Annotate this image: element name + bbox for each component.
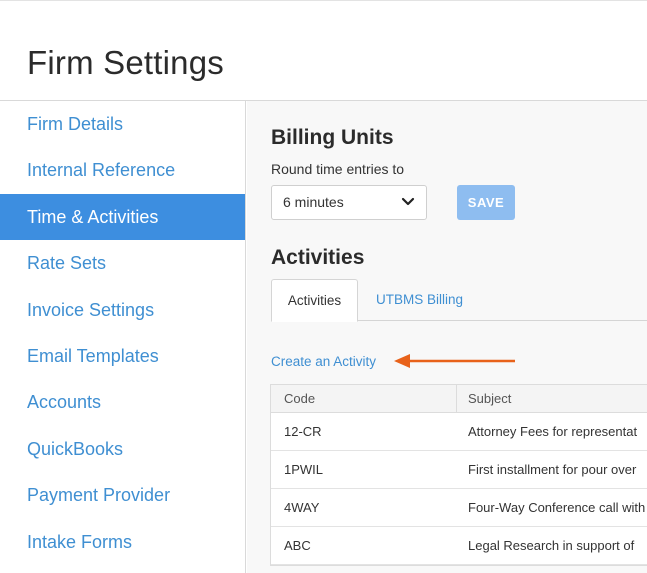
cell-code: 4WAY [284, 500, 320, 515]
round-time-label: Round time entries to [271, 161, 405, 177]
sidebar-item-invoice-settings[interactable]: Invoice Settings [0, 287, 245, 333]
save-button[interactable]: SAVE [457, 185, 515, 220]
settings-sidebar: Firm Details Internal Reference Time & A… [0, 101, 246, 573]
create-activity-link[interactable]: Create an Activity [271, 354, 376, 369]
chevron-down-icon [401, 197, 415, 206]
round-time-selected-value: 6 minutes [283, 194, 344, 210]
page-title: Firm Settings [27, 44, 224, 81]
table-row[interactable]: 12-CR Attorney Fees for representat [271, 413, 647, 451]
cell-subject: Legal Research in support of [468, 538, 635, 553]
sidebar-item-accounts[interactable]: Accounts [0, 379, 245, 425]
cell-subject: Four-Way Conference call with [468, 500, 646, 515]
cell-subject: First installment for pour over [468, 462, 637, 477]
table-header: Code Subject [271, 385, 647, 413]
table-row[interactable]: ABC Legal Research in support of [271, 527, 647, 565]
sidebar-item-intake-forms[interactable]: Intake Forms [0, 519, 245, 565]
settings-content: Billing Units Round time entries to 6 mi… [247, 101, 647, 573]
round-time-select[interactable]: 6 minutes [271, 185, 427, 220]
table-row[interactable]: 4WAY Four-Way Conference call with [271, 489, 647, 527]
activities-table: Code Subject 12-CR Attorney Fees for rep… [270, 384, 647, 566]
billing-units-title: Billing Units [271, 126, 394, 149]
annotation-arrow-icon [394, 354, 515, 368]
sidebar-item-quickbooks[interactable]: QuickBooks [0, 426, 245, 472]
cell-code: ABC [284, 538, 311, 553]
cell-subject: Attorney Fees for representat [468, 424, 638, 439]
sidebar-item-rate-sets[interactable]: Rate Sets [0, 240, 245, 286]
sidebar-item-internal-reference[interactable]: Internal Reference [0, 147, 245, 193]
column-header-subject[interactable]: Subject [468, 385, 511, 413]
cell-code: 12-CR [284, 424, 322, 439]
top-border [0, 0, 647, 1]
cell-code: 1PWIL [284, 462, 324, 477]
tab-utbms-billing[interactable]: UTBMS Billing [376, 279, 463, 321]
column-header-code[interactable]: Code [284, 385, 315, 413]
activities-title: Activities [271, 246, 365, 269]
tab-activities[interactable]: Activities [271, 279, 358, 322]
sidebar-item-firm-details[interactable]: Firm Details [0, 101, 245, 147]
sidebar-item-time-activities[interactable]: Time & Activities [0, 193, 245, 241]
column-divider [456, 385, 457, 413]
table-row[interactable]: 1PWIL First installment for pour over [271, 451, 647, 489]
activities-tabs: Activities UTBMS Billing [271, 279, 647, 322]
sidebar-item-email-templates[interactable]: Email Templates [0, 333, 245, 379]
sidebar-item-payment-provider[interactable]: Payment Provider [0, 472, 245, 518]
